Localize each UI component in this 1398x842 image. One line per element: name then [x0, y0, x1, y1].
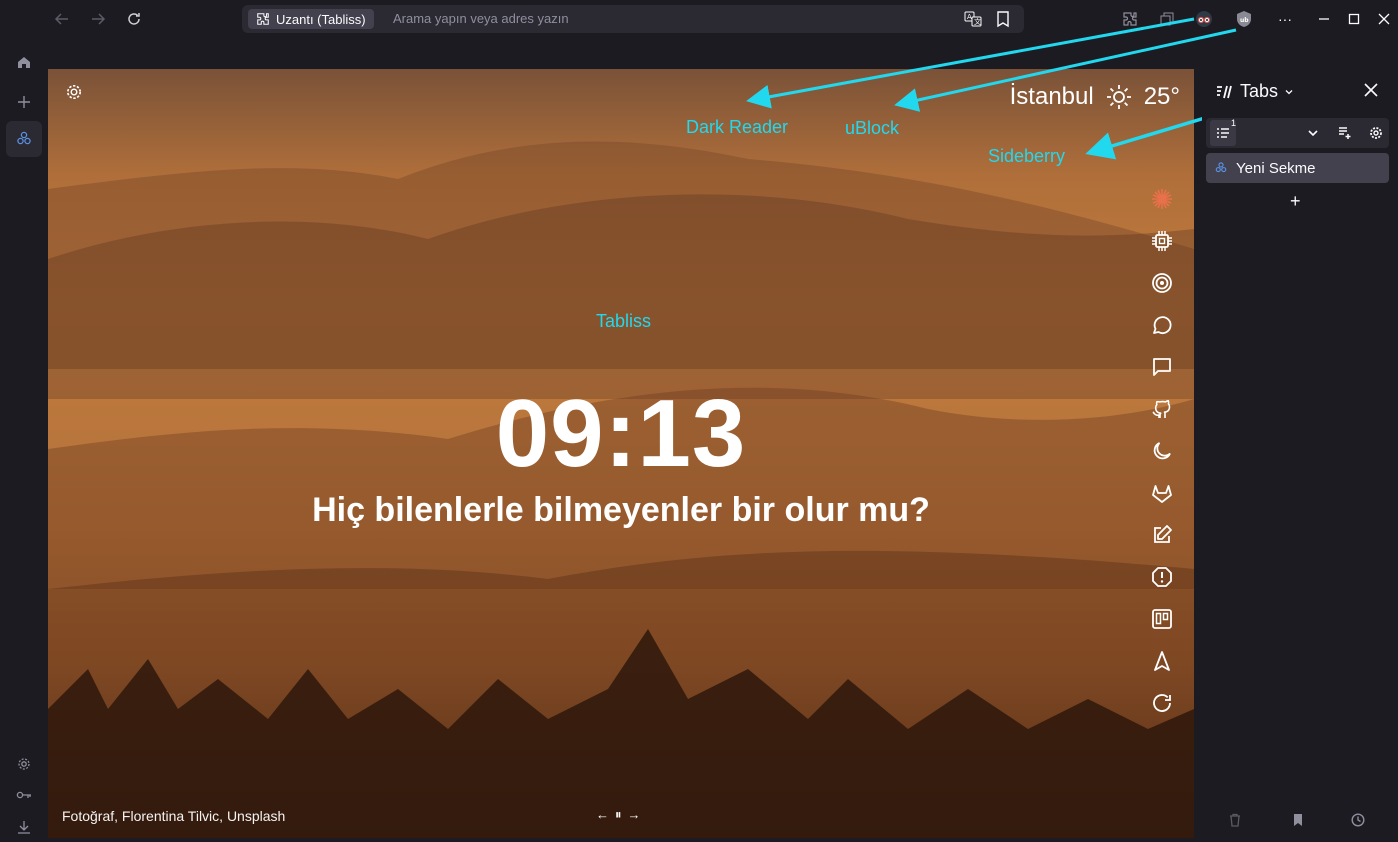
annotation-sideberry: Sideberry — [988, 146, 1066, 166]
bookmarks-panel-button[interactable] — [1291, 813, 1307, 829]
sideberry-tabs-icon — [1217, 85, 1232, 98]
tab-title: Yeni Sekme — [1236, 159, 1316, 177]
list-add-icon — [1339, 127, 1351, 139]
panel-tab-count: 1 — [1231, 118, 1237, 128]
panel-dropdown-button[interactable] — [1306, 126, 1320, 140]
gear-icon — [1370, 127, 1382, 139]
bookmark-icon — [1294, 814, 1302, 826]
new-tab-panel-button[interactable] — [1338, 126, 1352, 140]
sidebar-settings-button[interactable] — [1369, 126, 1383, 140]
trash-icon — [1230, 813, 1240, 827]
tabs-panel-button[interactable]: 1 — [1210, 118, 1237, 146]
chevron-down-icon — [1285, 89, 1293, 94]
annotation-dark-reader: Dark Reader — [686, 117, 789, 137]
sideberry-icon — [1215, 162, 1227, 173]
history-panel-button[interactable] — [1351, 813, 1367, 829]
sidebar-title: Tabs — [1240, 81, 1279, 101]
sidebar-nav-bar: 1 — [1206, 118, 1389, 148]
clock-icon — [1351, 813, 1365, 827]
sidebar-header[interactable]: Tabs — [1216, 81, 1294, 102]
annotation-ublock: uBlock — [845, 118, 900, 138]
close-sidebar-button[interactable] — [1364, 83, 1382, 101]
recently-closed-button[interactable] — [1228, 813, 1244, 829]
sideberry-sidebar: Tabs 1 Yeni Sekme + — [1202, 69, 1396, 838]
close-icon — [1364, 83, 1378, 97]
new-tab-button[interactable]: + — [1290, 191, 1301, 212]
list-icon — [1217, 128, 1229, 138]
tab-item[interactable]: Yeni Sekme — [1206, 153, 1389, 183]
annotation-tabliss: Tabliss — [596, 311, 652, 331]
chevron-down-icon — [1308, 130, 1318, 137]
